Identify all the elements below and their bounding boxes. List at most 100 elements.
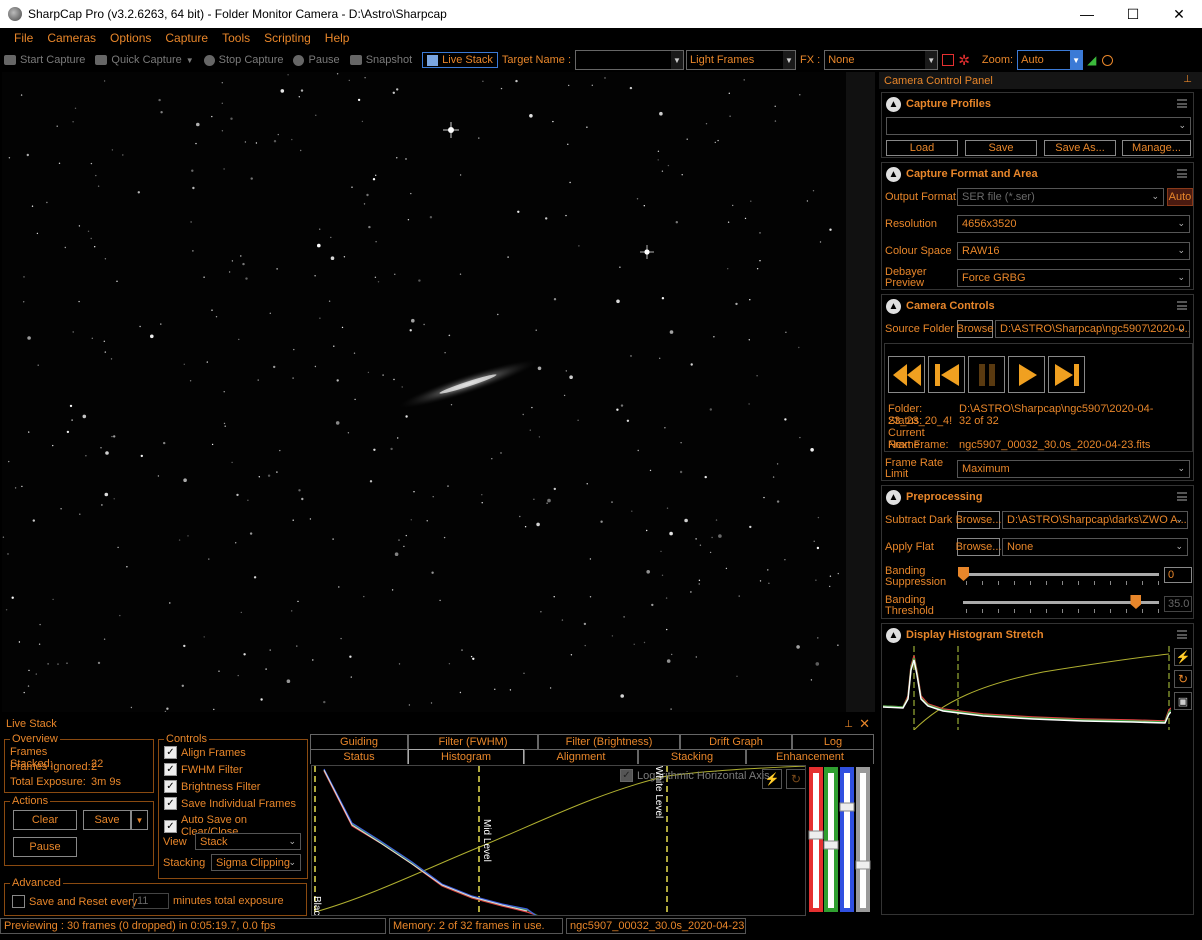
banding-suppression-input[interactable]: 0: [1164, 567, 1192, 583]
source-folder-select[interactable]: D:\ASTRO\Sharpcap\ngc5907\2020-0... ⌄: [995, 320, 1190, 338]
viewport-scrollbar[interactable]: [846, 72, 875, 712]
zoom-select[interactable]: Auto ▼: [1017, 50, 1084, 70]
collapse-icon[interactable]: ▲: [886, 627, 901, 643]
browse-source-folder-button[interactable]: Browse: [957, 320, 993, 338]
save-profile-button[interactable]: Save: [965, 140, 1037, 156]
minimize-button[interactable]: —: [1064, 0, 1110, 28]
collapse-icon[interactable]: ▲: [886, 298, 901, 314]
skip-forward-button[interactable]: [1048, 356, 1085, 393]
clear-roi-icon[interactable]: ✲: [958, 52, 970, 69]
pin-icon[interactable]: ⊥: [1183, 74, 1192, 85]
start-capture-button[interactable]: Start Capture: [4, 54, 85, 66]
roi-select-icon[interactable]: [942, 54, 955, 66]
output-format-select[interactable]: SER file (*.ser) ⌄: [957, 188, 1164, 206]
tab-stacking[interactable]: Stacking: [638, 749, 746, 764]
save-options-button[interactable]: ▼: [131, 810, 148, 830]
tab-filter-brightness[interactable]: Filter (Brightness): [538, 734, 680, 749]
close-button[interactable]: ✕: [1156, 0, 1202, 28]
colour-space-select[interactable]: RAW16 ⌄: [957, 242, 1190, 260]
target-name-input[interactable]: ▼: [575, 50, 685, 70]
tab-drift-graph[interactable]: Drift Graph: [680, 734, 792, 749]
section-menu-icon[interactable]: [1177, 169, 1187, 178]
collapse-icon[interactable]: ▲: [886, 489, 901, 505]
menu-capture[interactable]: Capture: [158, 31, 215, 45]
focus-icon[interactable]: [1102, 54, 1114, 66]
menu-tools[interactable]: Tools: [215, 31, 257, 45]
chevron-down-icon[interactable]: ▼: [783, 51, 796, 69]
browse-flat-button[interactable]: Browse...: [956, 538, 1001, 556]
tab-enhancement[interactable]: Enhancement: [746, 749, 874, 764]
fx-select[interactable]: None ▼: [824, 50, 939, 70]
load-profile-button[interactable]: Load: [886, 140, 958, 156]
rewind-button[interactable]: [888, 356, 925, 393]
tab-log[interactable]: Log: [792, 734, 874, 749]
browse-dark-button[interactable]: Browse...: [956, 511, 1001, 529]
frame-type-select[interactable]: Light Frames ▼: [686, 50, 797, 70]
capture-format-header[interactable]: ▲ Capture Format and Area: [882, 163, 1193, 185]
clear-stack-button[interactable]: Clear: [13, 810, 77, 830]
fwhm-filter-checkbox[interactable]: ✓ FWHM Filter: [164, 763, 243, 776]
menu-help[interactable]: Help: [318, 31, 357, 45]
auto-format-button[interactable]: Auto: [1167, 188, 1193, 206]
stacking-select[interactable]: Sigma Clipping ⌄: [211, 854, 301, 871]
reset-icon[interactable]: ↻: [786, 769, 805, 789]
chevron-down-icon[interactable]: ▼: [186, 56, 194, 65]
section-menu-icon[interactable]: [1177, 99, 1187, 108]
save-as-profile-button[interactable]: Save As...: [1044, 140, 1116, 156]
maximize-button[interactable]: ☐: [1110, 0, 1156, 28]
live-stack-button[interactable]: Live Stack: [422, 52, 498, 68]
frame-rate-select[interactable]: Maximum ⌄: [957, 460, 1190, 478]
chevron-down-icon[interactable]: ▼: [1070, 51, 1083, 69]
display-histogram-chart[interactable]: [883, 646, 1171, 730]
tab-alignment[interactable]: Alignment: [524, 749, 638, 764]
tab-guiding[interactable]: Guiding: [310, 734, 408, 749]
close-icon[interactable]: ✕: [859, 716, 870, 732]
debayer-select[interactable]: Force GRBG ⌄: [957, 269, 1190, 287]
skip-back-button[interactable]: [928, 356, 965, 393]
tab-status[interactable]: Status: [310, 749, 408, 764]
apply-flat-select[interactable]: None ⌄: [1002, 538, 1188, 556]
align-frames-checkbox[interactable]: ✓ Align Frames: [164, 746, 246, 759]
camera-controls-header[interactable]: ▲ Camera Controls: [882, 295, 1193, 317]
quick-capture-button[interactable]: Quick Capture ▼: [95, 54, 194, 66]
pause-stack-button[interactable]: Pause: [13, 837, 77, 857]
log-axis-checkbox[interactable]: ✓ Logarithmic Horizontal Axis: [620, 769, 770, 782]
banding-threshold-input[interactable]: 35.0: [1164, 596, 1192, 612]
menu-scripting[interactable]: Scripting: [257, 31, 318, 45]
view-select[interactable]: Stack ⌄: [195, 833, 301, 850]
section-menu-icon[interactable]: [1177, 492, 1187, 501]
tab-filter-fwhm[interactable]: Filter (FWHM): [408, 734, 538, 749]
chevron-down-icon[interactable]: ▼: [925, 51, 938, 69]
manage-profiles-button[interactable]: Manage...: [1122, 140, 1191, 156]
display-histogram-header[interactable]: ▲ Display Histogram Stretch: [882, 624, 1193, 646]
stop-capture-button[interactable]: Stop Capture: [203, 54, 283, 66]
section-menu-icon[interactable]: [1177, 630, 1187, 639]
collapse-icon[interactable]: ▲: [886, 166, 901, 182]
stack-histogram[interactable]: ✓Logarithmic Horizontal Axis Black Level…: [311, 765, 806, 916]
save-stretch-icon[interactable]: ▣: [1174, 692, 1192, 710]
pin-icon[interactable]: ⊥: [844, 719, 853, 730]
save-reset-minutes-input[interactable]: 11: [133, 893, 169, 909]
preprocessing-header[interactable]: ▲ Preprocessing: [882, 486, 1193, 508]
save-reset-checkbox[interactable]: Save and Reset every: [12, 895, 137, 908]
tab-histogram[interactable]: Histogram: [408, 749, 524, 764]
menu-options[interactable]: Options: [103, 31, 158, 45]
menu-file[interactable]: File: [7, 31, 40, 45]
collapse-icon[interactable]: ▲: [886, 96, 901, 112]
subtract-dark-select[interactable]: D:\ASTRO\Sharpcap\darks\ZWO A... ⌄: [1002, 511, 1188, 529]
save-individual-checkbox[interactable]: ✓ Save Individual Frames: [164, 797, 296, 810]
pause-playback-button[interactable]: [968, 356, 1005, 393]
section-menu-icon[interactable]: [1177, 301, 1187, 310]
banding-threshold-slider[interactable]: [963, 601, 1159, 604]
capture-profile-select[interactable]: ⌄: [886, 117, 1191, 135]
save-stack-button[interactable]: Save: [83, 810, 131, 830]
image-viewport[interactable]: [2, 72, 846, 712]
menu-cameras[interactable]: Cameras: [40, 31, 103, 45]
pause-button[interactable]: Pause: [293, 54, 340, 66]
auto-stretch-icon[interactable]: ⚡: [762, 769, 782, 789]
brightness-filter-checkbox[interactable]: ✓ Brightness Filter: [164, 780, 260, 793]
reset-stretch-icon[interactable]: ↻: [1174, 670, 1192, 688]
banding-suppression-slider[interactable]: [963, 573, 1159, 576]
snapshot-button[interactable]: Snapshot: [349, 54, 412, 66]
capture-profiles-header[interactable]: ▲ Capture Profiles: [882, 93, 1193, 115]
